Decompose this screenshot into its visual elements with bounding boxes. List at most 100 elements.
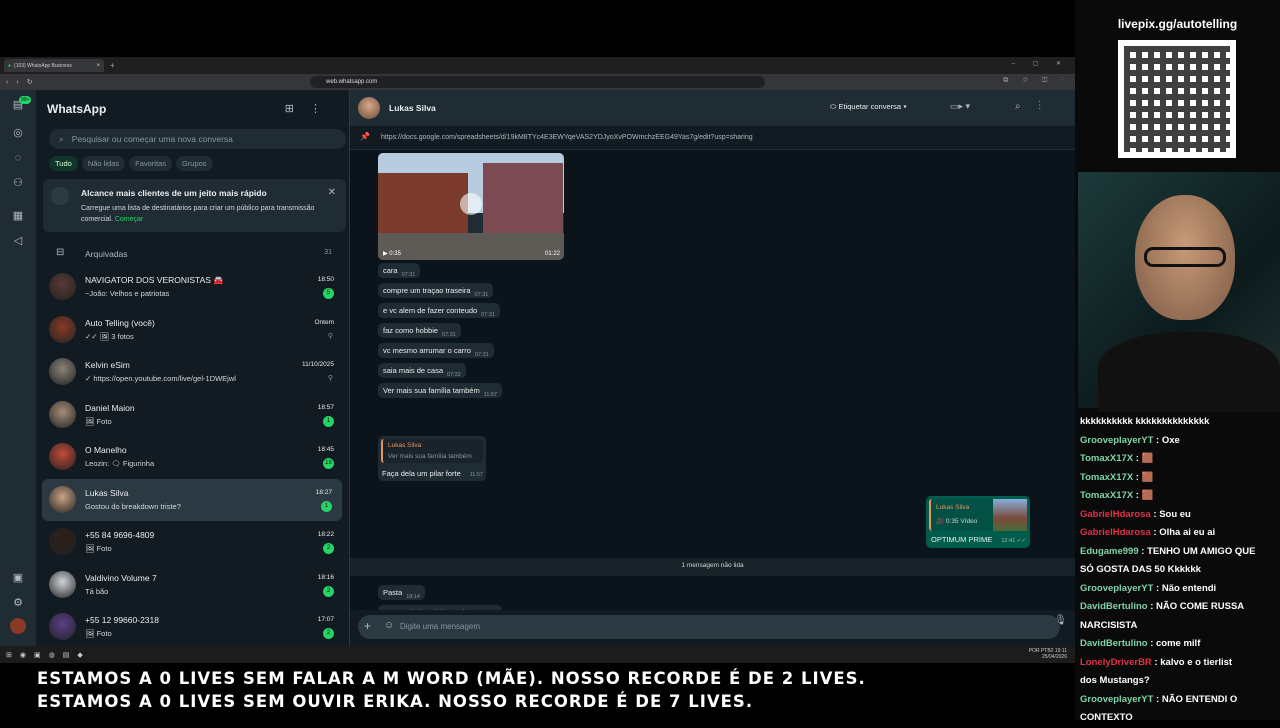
archived-row[interactable]: ⊟ Arquivadas 31 bbox=[36, 242, 350, 266]
webcam-feed bbox=[1078, 172, 1280, 412]
chat-row[interactable]: O Manelho Leozin: 🗨 Figurinha 18:45 18 bbox=[36, 436, 350, 479]
incoming-message[interactable]: Ver mais sua família também 11:57 bbox=[378, 383, 503, 398]
unread-count-badge: 2 bbox=[323, 628, 334, 639]
back-icon[interactable]: ‹ bbox=[6, 79, 8, 86]
media-icon[interactable]: ▣ bbox=[10, 570, 26, 586]
pin-icon: ⚲ bbox=[327, 332, 333, 340]
status-icon[interactable]: ◎ bbox=[10, 125, 26, 141]
message-text: Pasta bbox=[383, 588, 403, 597]
new-tab-icon[interactable]: + bbox=[110, 61, 115, 70]
filter-all[interactable]: Tudo bbox=[49, 156, 78, 171]
forward-icon[interactable]: › bbox=[16, 79, 18, 86]
message-text: compre um traçao traseira bbox=[383, 286, 471, 295]
chat-row[interactable]: Valdivino Volume 7 Tá bão 18:16 2 bbox=[36, 564, 350, 607]
incoming-message[interactable]: e vc alem de fazer conteudo 07:31 bbox=[378, 303, 500, 318]
promo-link[interactable]: Começar bbox=[115, 216, 143, 223]
search-placeholder: Pesquisar ou começar uma nova conversa bbox=[71, 134, 233, 144]
unread-badge: 99+ bbox=[19, 96, 32, 104]
pinned-message-bar[interactable]: 📌 https://docs.google.com/spreadsheets/d… bbox=[350, 126, 1075, 150]
label-chat-button[interactable]: ⬭ Etiquetar conversa ▾ bbox=[830, 102, 907, 112]
contact-avatar[interactable] bbox=[358, 97, 380, 119]
taskbar-app-icon[interactable]: ◍ bbox=[49, 651, 55, 659]
incoming-message[interactable]: compre um traçao traseira 07:31 bbox=[378, 283, 494, 298]
message-time: 07:31 bbox=[442, 332, 456, 338]
new-chat-icon[interactable]: ⊞ bbox=[285, 103, 310, 115]
incoming-message[interactable]: Pasta 18:14 bbox=[378, 585, 425, 600]
chat-message: GrooveplayerYT : Não entendi bbox=[1075, 580, 1280, 599]
play-icon[interactable] bbox=[460, 193, 482, 215]
menu-icon[interactable]: ⋮ bbox=[1039, 101, 1060, 112]
unread-label: 1 mensagem não lida bbox=[681, 562, 744, 569]
chat-name: NAVIGATOR DOS VERONISTAS 🚘 bbox=[85, 275, 224, 285]
broadcast-icon[interactable]: ◁ bbox=[10, 233, 26, 249]
chat-row[interactable]: NAVIGATOR DOS VERONISTAS 🚘 ~João: Velhos… bbox=[36, 266, 350, 309]
windows-start-icon[interactable]: ⊞ bbox=[6, 651, 12, 659]
taskbar-app-icon[interactable]: ◉ bbox=[20, 651, 26, 659]
taskbar-app-icon[interactable]: ▤ bbox=[63, 651, 70, 659]
close-icon[interactable]: ✕ bbox=[328, 187, 336, 198]
outgoing-message[interactable]: Lukas Silva 🎥 0:35 Vídeo OPTIMUM PRIME 1… bbox=[926, 496, 1030, 548]
ticker-line-2: ESTAMOS A 0 LIVES SEM OUVIR ERIKA. NOSSO… bbox=[37, 692, 754, 711]
filter-favorites[interactable]: Favoritas bbox=[129, 156, 172, 171]
promo-icon bbox=[51, 187, 69, 205]
profile-avatar[interactable] bbox=[10, 618, 26, 634]
attach-icon[interactable]: + bbox=[364, 619, 371, 633]
filter-unread[interactable]: Não lidas bbox=[81, 156, 126, 171]
app-title: WhatsApp bbox=[47, 102, 107, 116]
tag-icon: ⬭ bbox=[830, 102, 839, 111]
chat-name: +55 84 9696-4809 bbox=[85, 530, 155, 540]
channels-icon[interactable]: ◌ bbox=[10, 150, 26, 166]
menu-icon[interactable]: ⋮ bbox=[310, 103, 337, 115]
browser-extension-icons[interactable]: ⧉ ☆ ◫ ⋮ bbox=[1003, 77, 1069, 85]
avatar bbox=[49, 358, 76, 385]
pinned-link[interactable]: https://docs.google.com/spreadsheets/d/1… bbox=[381, 134, 753, 141]
taskbar-app-icon[interactable]: ▣ bbox=[34, 651, 41, 659]
conversation-header[interactable]: Lukas Silva ⬭ Etiquetar conversa ▾ ▭▸ ▾ … bbox=[350, 90, 1075, 126]
chat-text: : NÃO COME RUSSA bbox=[1150, 601, 1245, 612]
quoted-video[interactable]: Lukas Silva 🎥 0:35 Vídeo bbox=[929, 499, 1027, 531]
system-tray[interactable]: POR PTB2 19:11 25/04/2026 bbox=[1029, 648, 1067, 660]
message-input[interactable]: + ☺ Digite uma mensagem bbox=[358, 615, 1060, 639]
chat-message: NARCISISTA bbox=[1075, 617, 1280, 636]
message-time: 07:31 bbox=[481, 312, 495, 318]
reload-icon[interactable]: ↻ bbox=[27, 78, 33, 86]
search-icon[interactable]: ⌕ bbox=[1015, 101, 1039, 112]
reply-message[interactable]: Lukas Silva Ver mais sua família também … bbox=[378, 436, 486, 481]
incoming-message[interactable]: faz como hobbie 07:31 bbox=[378, 323, 461, 338]
ticker-line-1: ESTAMOS A 0 LIVES SEM FALAR A M WORD (MÃ… bbox=[37, 669, 866, 688]
browser-tab[interactable]: ● (103) WhatsApp Business × bbox=[4, 59, 104, 72]
window-controls[interactable]: – ▢ ✕ bbox=[1012, 60, 1069, 67]
unread-divider: 1 mensagem não lida bbox=[350, 558, 1075, 576]
url-text: web.whatsapp.com bbox=[326, 79, 378, 85]
taskbar-app-icon[interactable]: ◆ bbox=[77, 651, 82, 659]
chat-row[interactable]: +55 12 99660-2318 🖼 Foto 17:07 2 bbox=[36, 606, 350, 649]
search-input[interactable]: ⌕ Pesquisar ou começar uma nova conversa bbox=[49, 129, 346, 149]
emoji-icon[interactable]: ☺ bbox=[384, 620, 394, 631]
incoming-message[interactable]: saia mais de casa 07:32 bbox=[378, 363, 466, 378]
message-time: 18:14 bbox=[406, 594, 420, 600]
video-message[interactable]: ▶ 0:35 01:22 bbox=[378, 153, 564, 260]
video-call-icon[interactable]: ▭▸ ▾ bbox=[950, 101, 970, 112]
close-tab-icon[interactable]: × bbox=[96, 63, 100, 69]
chat-row[interactable]: Auto Telling (você) ✓✓ 🖼 3 fotos Ontem ⚲ bbox=[36, 309, 350, 352]
settings-icon[interactable]: ⚙ bbox=[10, 595, 26, 611]
mic-icon[interactable]: 🎙 bbox=[1054, 615, 1067, 626]
contact-name[interactable]: Lukas Silva bbox=[389, 103, 436, 113]
message-placeholder: Digite uma mensagem bbox=[400, 622, 481, 631]
address-bar[interactable]: web.whatsapp.com bbox=[310, 76, 765, 88]
quoted-message[interactable]: Lukas Silva Ver mais sua família também bbox=[381, 439, 483, 463]
chat-row[interactable]: Kelvin eSim ✓ https://open.youtube.com/l… bbox=[36, 351, 350, 394]
chat-row[interactable]: Lukas Silva Gostou do breakdown triste? … bbox=[42, 478, 342, 521]
chat-name: Auto Telling (você) bbox=[85, 317, 155, 328]
avatar bbox=[49, 570, 76, 598]
incoming-message[interactable]: cara 07:31 bbox=[378, 263, 421, 278]
message-text: cara bbox=[383, 266, 398, 275]
communities-icon[interactable]: ⚇ bbox=[10, 175, 26, 191]
filter-groups[interactable]: Grupos bbox=[175, 156, 213, 171]
incoming-message[interactable]: vc mesmo arrumar o carro 07:31 bbox=[378, 343, 494, 358]
chat-row[interactable]: +55 84 9696-4809 🖼 Foto 18:22 2 bbox=[36, 521, 350, 564]
chat-row[interactable]: Daniel Maion 🖼 Foto 18:57 1 bbox=[36, 394, 350, 437]
chat-username: TomaxX17X bbox=[1080, 490, 1134, 501]
whatsapp-app: ▤ 99+ ◎ ◌ ⚇ ▦ ◁ ▣ ⚙ WhatsApp ⊞⋮ ⌕ Pesqui… bbox=[0, 90, 1075, 646]
catalog-icon[interactable]: ▦ bbox=[10, 208, 26, 224]
